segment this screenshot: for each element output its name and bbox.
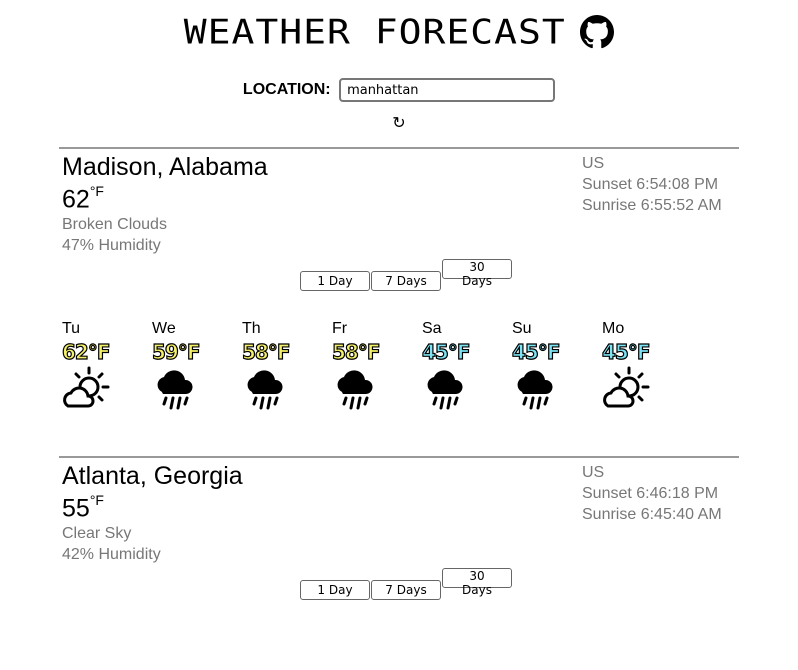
partly-cloudy-sun-icon (602, 366, 682, 412)
rain-icon (332, 366, 412, 412)
location-label: LOCATION: (242, 81, 331, 98)
1-day-button[interactable]: 1 Day (300, 580, 370, 600)
partly-cloudy-sun-icon (62, 366, 142, 412)
30-days-button[interactable]: 30 Days (442, 568, 512, 597)
forecast-temp: 62°F (61, 339, 111, 364)
country-code: US (582, 155, 605, 172)
forecast-day-name: Th (242, 320, 261, 337)
sunset-time: Sunset 6:46:18 PM (582, 485, 719, 502)
sunrise-time: Sunrise 6:55:52 AM (582, 197, 722, 214)
country-code: US (582, 464, 605, 481)
forecast-day-name: Fr (332, 320, 348, 337)
location-input[interactable] (339, 78, 556, 102)
city-name: Atlanta, Georgia (62, 462, 243, 490)
rain-icon (512, 366, 592, 412)
forecast-day: Th 58°F (241, 320, 322, 412)
temp-value: 62 (62, 185, 90, 214)
forecast-day-name: We (152, 320, 176, 337)
forecast-day: Fr 58°F (331, 320, 412, 412)
30-days-button[interactable]: 30 Days (442, 259, 512, 288)
rain-icon (242, 366, 322, 412)
forecast-strip: Tu 62°F We 59°F Th 58°F Fr 58°F Sa 45°F Su 45°F Mo 45… (61, 320, 742, 430)
current-temp: 62°F (62, 183, 104, 214)
page-title: WEATHER FORECAST (183, 12, 566, 52)
location-row: LOCATION: (0, 78, 798, 102)
city-name: Madison, Alabama (62, 153, 268, 181)
forecast-temp: 45°F (421, 339, 471, 364)
sun-info: US Sunset 6:54:08 PM Sunrise 6:55:52 AM (582, 153, 722, 216)
temp-unit: °F (89, 492, 104, 508)
rain-icon (152, 366, 232, 412)
github-icon[interactable] (580, 15, 615, 49)
forecast-day: Su 45°F (511, 320, 592, 412)
humidity-text: 42% Humidity (62, 546, 161, 563)
forecast-temp: 59°F (151, 339, 201, 364)
forecast-day-name: Mo (602, 320, 625, 337)
7-days-button[interactable]: 7 Days (371, 580, 441, 600)
header: WEATHER FORECAST (0, 10, 798, 60)
forecast-day: We 59°F (151, 320, 232, 412)
forecast-day-name: Tu (62, 320, 81, 337)
forecast-temp: 58°F (331, 339, 381, 364)
rain-icon (422, 366, 502, 412)
temp-value: 55 (62, 494, 90, 523)
city-card: Atlanta, Georgia 55°F Clear Sky 42% Humi… (59, 456, 739, 618)
sun-info: US Sunset 6:46:18 PM Sunrise 6:45:40 AM (582, 462, 722, 525)
sunset-time: Sunset 6:54:08 PM (582, 176, 719, 193)
forecast-day: Sa 45°F (421, 320, 502, 412)
forecast-temp: 45°F (601, 339, 651, 364)
humidity-text: 47% Humidity (62, 237, 161, 254)
forecast-temp: 45°F (511, 339, 561, 364)
forecast-day-name: Sa (422, 320, 442, 337)
city-card: Madison, Alabama 62°F Broken Clouds 47% … (59, 147, 739, 309)
1-day-button[interactable]: 1 Day (300, 271, 370, 291)
forecast-day: Tu 62°F (61, 320, 142, 412)
condition-text: Clear Sky (62, 525, 132, 542)
range-buttons: 1 Day 7 Days30 Days (300, 568, 513, 600)
temp-unit: °F (89, 183, 104, 199)
forecast-temp: 58°F (241, 339, 291, 364)
current-temp: 55°F (62, 492, 104, 523)
sunrise-time: Sunrise 6:45:40 AM (582, 506, 722, 523)
forecast-day-name: Su (512, 320, 532, 337)
forecast-day: Mo 45°F (601, 320, 682, 412)
condition-text: Broken Clouds (62, 216, 167, 233)
refresh-icon[interactable]: ↻ (390, 114, 408, 134)
7-days-button[interactable]: 7 Days (371, 271, 441, 291)
range-buttons: 1 Day 7 Days30 Days (300, 259, 513, 291)
